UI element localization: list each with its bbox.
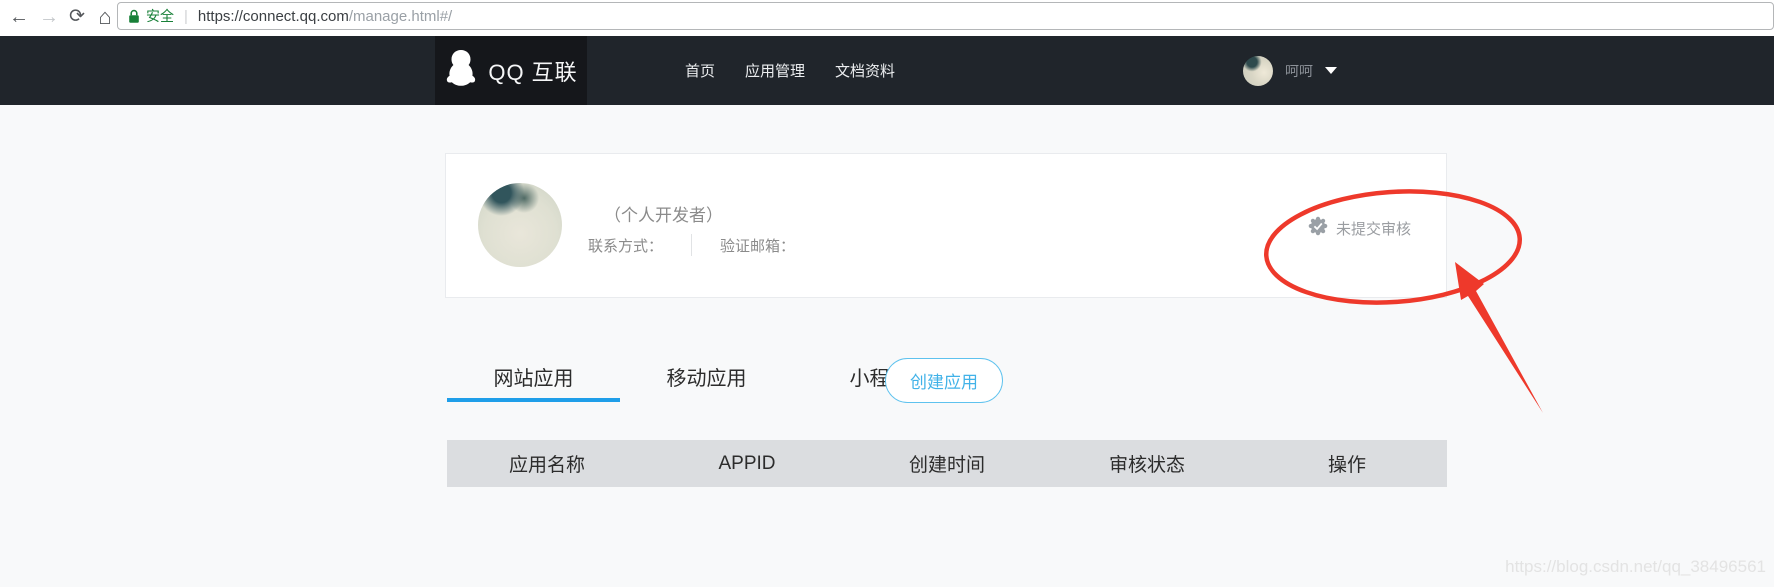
create-app-button[interactable]: 创建应用	[885, 358, 1003, 403]
column-review-status: 审核状态	[1047, 450, 1247, 477]
contact-row: 联系方式： 验证邮箱：	[588, 234, 795, 256]
url-separator: |	[184, 8, 188, 25]
home-icon[interactable]: ⌂	[92, 2, 118, 32]
nav-links: 首页 应用管理 文档资料	[685, 36, 895, 105]
contact-divider	[691, 234, 692, 256]
screen: ← → ⟳ ⌂ 安全 | https://connect.qq.com/mana…	[0, 0, 1774, 587]
review-status: 未提交审核	[1308, 216, 1411, 241]
reload-icon[interactable]: ⟳	[64, 2, 90, 32]
user-avatar	[1243, 56, 1273, 86]
app-table-header: 应用名称 APPID 创建时间 审核状态 操作	[447, 440, 1447, 487]
qq-connect-logo[interactable]: QQ 互联	[435, 36, 587, 105]
lock-icon	[128, 9, 140, 24]
address-bar[interactable]: 安全 | https://connect.qq.com/manage.html#…	[117, 2, 1774, 30]
nav-item-home[interactable]: 首页	[685, 60, 715, 81]
user-menu[interactable]: 呵呵	[1243, 36, 1337, 105]
developer-avatar	[478, 183, 562, 267]
user-name: 呵呵	[1285, 61, 1313, 81]
page-body: （个人开发者） 联系方式： 验证邮箱：	[0, 105, 1774, 587]
browser-toolbar: ← → ⟳ ⌂ 安全 | https://connect.qq.com/mana…	[0, 0, 1774, 36]
developer-type-label: （个人开发者）	[604, 201, 723, 226]
column-create-time: 创建时间	[847, 450, 1047, 477]
review-status-text: 未提交审核	[1336, 218, 1411, 239]
nav-item-app-management[interactable]: 应用管理	[745, 60, 805, 81]
email-label: 验证邮箱：	[720, 235, 795, 256]
developer-profile-card: （个人开发者） 联系方式： 验证邮箱：	[445, 153, 1447, 298]
logo-text: QQ 互联	[488, 55, 577, 87]
column-actions: 操作	[1247, 450, 1447, 477]
tab-mobile-apps[interactable]: 移动应用	[620, 355, 793, 402]
site-navbar: QQ 互联 首页 应用管理 文档资料 呵呵	[0, 36, 1774, 105]
tab-website-apps[interactable]: 网站应用	[447, 355, 620, 402]
badge-check-icon	[1308, 216, 1328, 241]
url-path: /manage.html#/	[349, 8, 452, 25]
forward-icon[interactable]: →	[36, 2, 62, 32]
nav-item-docs[interactable]: 文档资料	[835, 60, 895, 81]
penguin-icon	[444, 49, 478, 92]
back-icon[interactable]: ←	[6, 2, 32, 32]
contact-label: 联系方式：	[588, 235, 663, 256]
column-appid: APPID	[647, 453, 847, 475]
column-app-name: 应用名称	[447, 450, 647, 477]
url-host: https://connect.qq.com	[198, 8, 349, 25]
chevron-down-icon	[1325, 67, 1337, 74]
watermark-url: https://blog.csdn.net/qq_38496561	[1505, 557, 1766, 577]
secure-label: 安全	[146, 6, 174, 26]
